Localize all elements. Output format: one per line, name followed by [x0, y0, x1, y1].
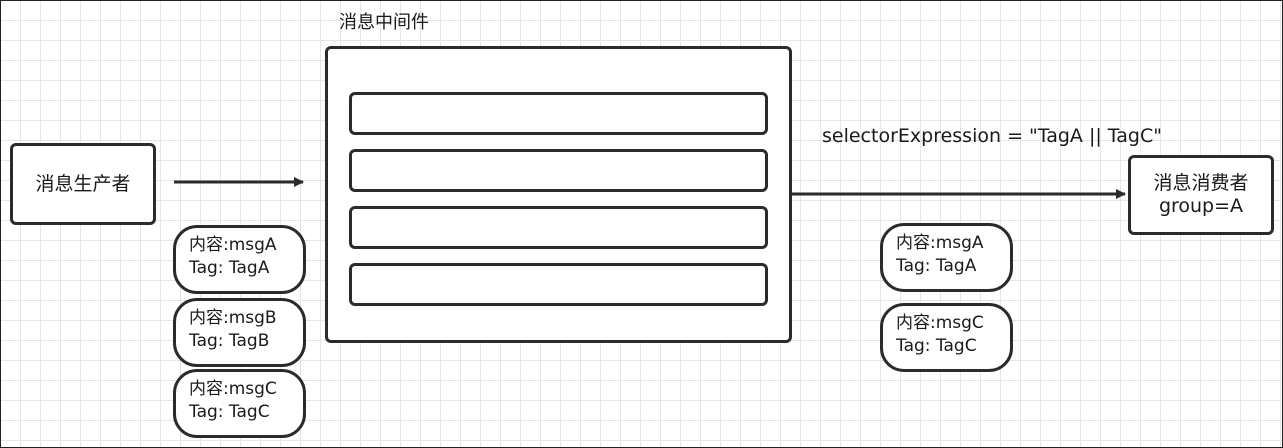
producer-label: 消息生产者 [35, 172, 131, 195]
message-content: 内容:msgA [189, 235, 277, 255]
produced-message-c: 内容:msgC Tag: TagC [173, 369, 306, 438]
consumer-group: group=A [1158, 195, 1244, 217]
queue-2 [349, 149, 768, 192]
message-tag: Tag: TagC [189, 401, 270, 422]
produced-message-a: 内容:msgA Tag: TagA [173, 225, 306, 294]
consumer-box: 消息消费者 group=A [1128, 155, 1274, 235]
queue-4 [349, 263, 768, 306]
message-tag: Tag: TagC [896, 335, 977, 356]
message-content: 内容:msgB [189, 308, 277, 328]
consumer-label: 消息消费者 [1153, 172, 1249, 195]
producer-box: 消息生产者 [10, 143, 156, 225]
message-content: 内容:msgA [896, 233, 984, 253]
middleware-title: 消息中间件 [339, 12, 429, 33]
consumed-message-a: 内容:msgA Tag: TagA [880, 223, 1013, 292]
queue-3 [349, 206, 768, 249]
queue-1 [349, 92, 768, 135]
consumed-message-c: 内容:msgC Tag: TagC [880, 303, 1013, 372]
message-tag: Tag: TagB [189, 330, 270, 351]
message-tag: Tag: TagA [896, 255, 977, 276]
message-tag: Tag: TagA [189, 257, 270, 278]
diagram-canvas: 消息生产者 消息中间件 selectorExpression = "TagA |… [0, 0, 1283, 448]
message-content: 内容:msgC [896, 313, 984, 333]
produced-message-b: 内容:msgB Tag: TagB [173, 298, 306, 367]
message-content: 内容:msgC [189, 379, 277, 399]
selector-expression: selectorExpression = "TagA || TagC" [822, 125, 1162, 147]
